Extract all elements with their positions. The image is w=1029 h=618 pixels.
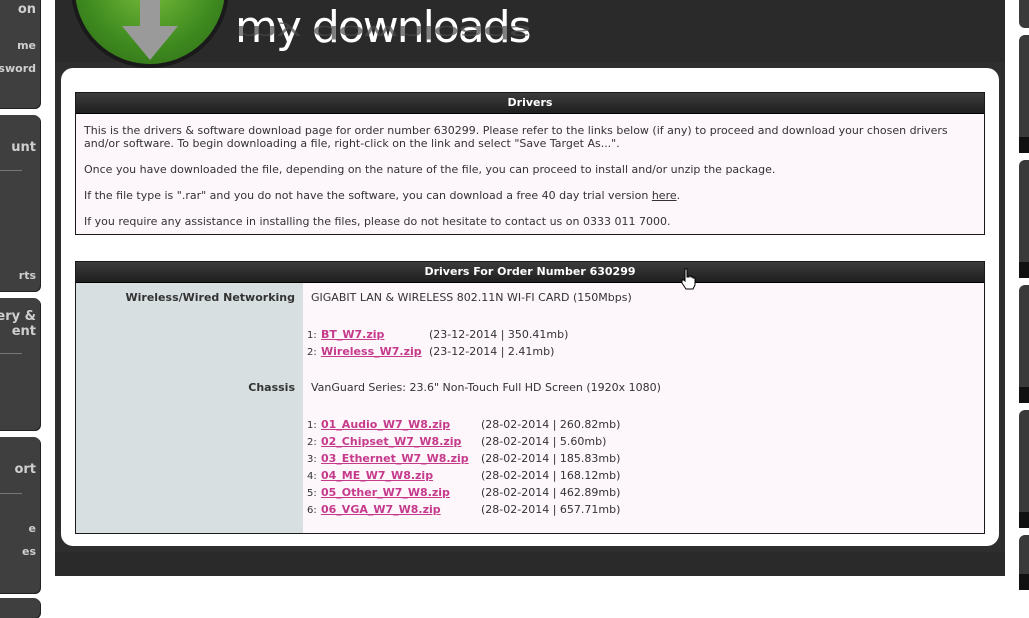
sidebar-card-account-2: unt rts: [0, 115, 40, 291]
sidebar-link[interactable]: sword: [0, 62, 36, 75]
file-row: 6: 06_VGA_W7_W8.zip (28-02-2014 | 657.71m…: [307, 502, 620, 518]
sidebar-card-bottom: [0, 598, 40, 618]
category-label: Wireless/Wired Networking: [125, 291, 296, 304]
main-panel: my downloads my downloads Drivers This i…: [55, 0, 1005, 576]
file-row: 1: 01_Audio_W7_W8.zip (28-02-2014 | 260.8…: [307, 417, 620, 433]
file-meta: (28-02-2014 | 5.60mb): [481, 435, 607, 448]
rar-paragraph: If the file type is ".rar" and you do no…: [76, 189, 688, 202]
rar-text-end: .: [676, 189, 681, 202]
file-number: 3:: [307, 454, 317, 465]
sidebar-card-label: ort: [14, 462, 36, 477]
divider: [0, 170, 22, 171]
file-meta: (28-02-2014 | 168.12mb): [481, 469, 621, 482]
right-card: [1019, 285, 1029, 403]
sidebar-card-label: unt: [11, 140, 36, 155]
file-meta: (28-02-2014 | 657.71mb): [481, 503, 621, 516]
file-row: 5: 05_Other_W7_W8.zip (28-02-2014 | 462.8…: [307, 485, 620, 501]
sidebar-link[interactable]: e: [29, 522, 36, 535]
sidebar-link[interactable]: rts: [19, 269, 36, 282]
sidebar-link[interactable]: me: [17, 39, 36, 52]
drivers-heading: Drivers: [76, 93, 984, 114]
category-label: Chassis: [248, 381, 295, 394]
right-card: [1019, 410, 1029, 528]
file-meta: (28-02-2014 | 260.82mb): [481, 418, 621, 431]
sidebar-card-support: ort e es: [0, 437, 40, 593]
sidebar-card-label: on: [17, 2, 36, 17]
component-description: VanGuard Series: 23.6" Non-Touch Full HD…: [311, 381, 661, 394]
file-number: 1:: [307, 420, 317, 431]
page-footer-band: [55, 552, 1005, 576]
hand-cursor-icon: [681, 268, 696, 290]
file-row: 1: BT_W7.zip (23-12-2014 | 350.41mb): [307, 327, 568, 343]
file-meta: (23-12-2014 | 2.41mb): [429, 345, 555, 358]
right-card: [1019, 535, 1029, 590]
install-paragraph: Once you have downloaded the file, depen…: [84, 163, 776, 176]
divider: [0, 493, 22, 494]
page-header: my downloads my downloads: [55, 0, 1005, 68]
download-link[interactable]: 04_ME_W7_W8.zip: [321, 468, 433, 484]
sidebar-card-label: ery &: [0, 309, 36, 324]
download-arrow-icon: [122, 0, 178, 60]
page-title-reflection: my downloads: [235, 21, 530, 42]
category-column: [76, 283, 303, 533]
sidebar-card-label: ent: [11, 324, 36, 339]
winrar-download-link[interactable]: here: [652, 189, 677, 202]
file-number: 1:: [307, 330, 317, 341]
download-link[interactable]: 05_Other_W7_W8.zip: [321, 485, 450, 501]
sidebar-card-delivery: ery & ent: [0, 298, 40, 430]
file-number: 5:: [307, 488, 317, 499]
file-number: 2:: [307, 347, 317, 358]
right-card: [1019, 35, 1029, 153]
rar-text: If the file type is ".rar" and you do no…: [84, 189, 652, 202]
sidebar-link[interactable]: es: [22, 545, 36, 558]
file-row: 4: 04_ME_W7_W8.zip (28-02-2014 | 168.12mb…: [307, 468, 620, 484]
download-link[interactable]: 03_Ethernet_W7_W8.zip: [321, 451, 469, 467]
component-description: GIGABIT LAN & WIRELESS 802.11N WI-FI CAR…: [311, 291, 632, 304]
order-heading: Drivers For Order Number 630299: [76, 262, 984, 283]
order-drivers-box: Drivers For Order Number 630299 Wireless…: [75, 261, 985, 534]
sidebar-card-account: on me sword: [0, 0, 40, 108]
download-link[interactable]: 01_Audio_W7_W8.zip: [321, 417, 450, 433]
right-card: [1019, 0, 1029, 28]
file-row: 2: 02_Chipset_W7_W8.zip (28-02-2014 | 5.6…: [307, 434, 606, 450]
file-number: 4:: [307, 471, 317, 482]
right-sidebar: [1005, 0, 1029, 603]
file-meta: (23-12-2014 | 350.41mb): [429, 328, 569, 341]
download-link[interactable]: 06_VGA_W7_W8.zip: [321, 502, 441, 518]
divider: [0, 353, 22, 354]
file-meta: (28-02-2014 | 185.83mb): [481, 452, 621, 465]
download-link[interactable]: 02_Chipset_W7_W8.zip: [321, 434, 461, 450]
file-number: 2:: [307, 437, 317, 448]
right-card: [1019, 160, 1029, 278]
drivers-info-box: Drivers This is the drivers & software d…: [75, 92, 985, 235]
file-row: 3: 03_Ethernet_W7_W8.zip (28-02-2014 | 18…: [307, 451, 620, 467]
assistance-paragraph: If you require any assistance in install…: [84, 215, 671, 228]
download-link[interactable]: BT_W7.zip: [321, 327, 384, 343]
download-link[interactable]: Wireless_W7.zip: [321, 344, 422, 360]
content-card: Drivers This is the drivers & software d…: [61, 68, 999, 546]
intro-paragraph: This is the drivers & software download …: [84, 124, 948, 150]
file-meta: (28-02-2014 | 462.89mb): [481, 486, 621, 499]
file-number: 6:: [307, 505, 317, 516]
file-row: 2: Wireless_W7.zip (23-12-2014 | 2.41mb): [307, 344, 554, 360]
